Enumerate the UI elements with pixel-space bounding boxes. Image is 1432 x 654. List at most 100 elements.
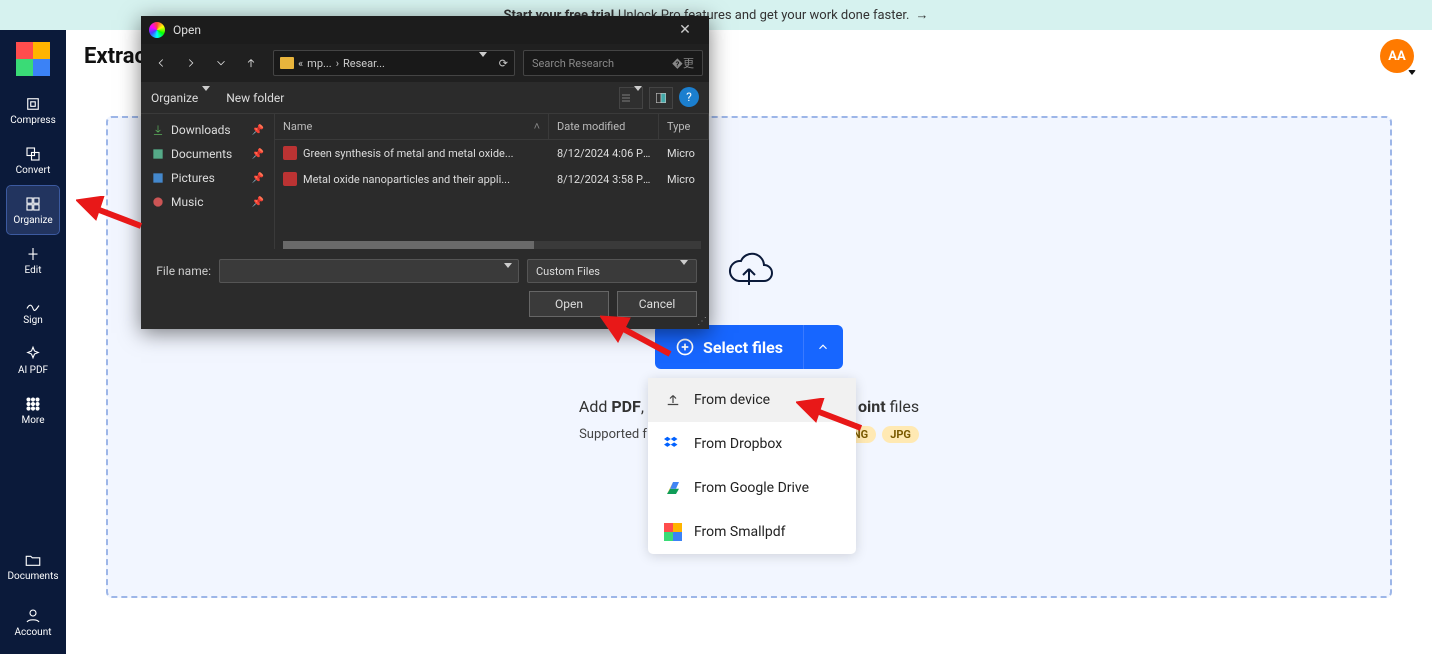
pdf-icon — [283, 146, 297, 160]
path-segment[interactable]: mp... — [307, 57, 332, 70]
search-input[interactable]: Search Research �更 — [523, 50, 703, 76]
file-list: Name˄ Date modified Type Green synthesis… — [275, 114, 709, 249]
chevron-down-icon[interactable] — [504, 268, 512, 282]
pin-icon: 📌 — [252, 197, 264, 208]
search-placeholder: Search Research — [532, 57, 614, 70]
file-type-select[interactable]: Custom Files — [527, 259, 697, 283]
smallpdf-icon — [664, 523, 682, 541]
sidebar-item-sign[interactable]: Sign — [7, 286, 59, 334]
compress-icon — [24, 95, 42, 113]
select-files-group: Select files — [655, 325, 843, 369]
file-row[interactable]: Green synthesis of metal and metal oxide… — [275, 140, 709, 166]
search-icon: �更 — [672, 55, 694, 71]
file-name-input[interactable] — [219, 259, 519, 283]
sidebar-item-documents[interactable]: Documents — [7, 542, 59, 590]
file-open-dialog: Open ✕ « mp... › Resear... ⟳ Search Rese… — [141, 16, 709, 329]
upload-icon — [664, 391, 682, 409]
sidebar-label: Documents — [7, 571, 58, 582]
dropdown-from-gdrive[interactable]: From Google Drive — [648, 466, 856, 510]
dialog-toolbar: Organize New folder ? — [141, 82, 709, 114]
resize-grip[interactable]: ⋰ — [697, 316, 707, 327]
sidebar-item-aipdf[interactable]: AI PDF — [7, 336, 59, 384]
grid-icon — [24, 395, 42, 413]
select-files-label: Select files — [703, 338, 783, 357]
dialog-title: Open — [173, 23, 201, 37]
annotation-arrow — [796, 398, 866, 442]
preview-pane-button[interactable] — [649, 87, 673, 109]
chevron-down-icon — [202, 91, 210, 105]
folder-icon — [24, 551, 42, 569]
chevron-down-icon — [634, 91, 642, 105]
col-type[interactable]: Type — [659, 114, 709, 139]
nav-forward-button[interactable] — [177, 49, 205, 77]
sidebar-label: Account — [14, 627, 51, 638]
sidebar-label: Compress — [10, 115, 56, 126]
edit-icon — [24, 245, 42, 263]
dropdown-from-smallpdf[interactable]: From Smallpdf — [648, 510, 856, 554]
chevron-down-icon[interactable] — [479, 57, 487, 70]
pin-icon: 📌 — [252, 125, 264, 136]
google-drive-icon — [664, 479, 682, 497]
refresh-icon[interactable]: ⟳ — [499, 57, 508, 70]
avatar-initials: AA — [1388, 49, 1405, 64]
file-name-label: File name: — [153, 264, 211, 278]
close-button[interactable]: ✕ — [669, 22, 701, 38]
app-logo[interactable] — [16, 42, 50, 76]
pin-icon: 📌 — [252, 173, 264, 184]
sidebar-item-edit[interactable]: Edit — [7, 236, 59, 284]
annotation-arrow — [76, 196, 146, 240]
dialog-titlebar[interactable]: Open ✕ — [141, 16, 709, 44]
chevron-down-icon — [1408, 70, 1416, 75]
select-files-dropdown-toggle[interactable] — [803, 325, 843, 369]
dropdown-label: From Smallpdf — [694, 524, 786, 540]
scrollbar-thumb[interactable] — [283, 241, 534, 249]
sidebar-item-organize[interactable]: Organize — [7, 186, 59, 234]
help-button[interactable]: ? — [679, 87, 699, 107]
sidebar: Compress Convert Organize Edit Sign AI P… — [0, 30, 66, 654]
dialog-body: Downloads📌 Documents📌 Pictures📌 Music📌 N… — [141, 114, 709, 249]
pin-icon: 📌 — [252, 149, 264, 160]
sidebar-label: More — [21, 415, 44, 426]
format-chip: JPG — [882, 426, 919, 443]
dropdown-label: From device — [694, 392, 770, 408]
convert-icon — [24, 145, 42, 163]
sidebar-item-more[interactable]: More — [7, 386, 59, 434]
sidebar-label: Organize — [13, 215, 52, 226]
folder-tree: Downloads📌 Documents📌 Pictures📌 Music📌 — [141, 114, 275, 249]
dropbox-icon — [664, 435, 682, 453]
col-date[interactable]: Date modified — [549, 114, 659, 139]
view-mode-button[interactable] — [619, 87, 643, 109]
chevron-down-icon — [680, 265, 688, 278]
sidebar-label: Sign — [23, 315, 43, 326]
tree-item[interactable]: Music📌 — [141, 190, 274, 214]
nav-back-button[interactable] — [147, 49, 175, 77]
organize-icon — [24, 195, 42, 213]
horizontal-scrollbar[interactable] — [283, 241, 701, 249]
avatar[interactable]: AA — [1380, 39, 1414, 73]
folder-icon — [280, 57, 294, 69]
chrome-icon — [149, 22, 165, 38]
tree-item[interactable]: Downloads📌 — [141, 118, 274, 142]
tree-item[interactable]: Pictures📌 — [141, 166, 274, 190]
user-icon — [24, 607, 42, 625]
sidebar-item-compress[interactable]: Compress — [7, 86, 59, 134]
nav-recent-button[interactable] — [207, 49, 235, 77]
address-bar[interactable]: « mp... › Resear... ⟳ — [273, 50, 515, 76]
nav-up-button[interactable] — [237, 49, 265, 77]
cloud-upload-icon — [724, 251, 774, 297]
annotation-arrow — [600, 314, 680, 368]
organize-menu[interactable]: Organize — [151, 91, 210, 105]
sidebar-item-convert[interactable]: Convert — [7, 136, 59, 184]
sidebar-item-account[interactable]: Account — [7, 598, 59, 646]
column-headers: Name˄ Date modified Type — [275, 114, 709, 140]
pdf-icon — [283, 172, 297, 186]
tree-item[interactable]: Documents📌 — [141, 142, 274, 166]
dropdown-label: From Dropbox — [694, 436, 782, 452]
chevron-up-icon — [816, 340, 830, 354]
file-row[interactable]: Metal oxide nanoparticles and their appl… — [275, 166, 709, 192]
sidebar-label: Edit — [25, 265, 42, 276]
open-button[interactable]: Open — [529, 291, 609, 317]
new-folder-button[interactable]: New folder — [226, 91, 284, 105]
col-name[interactable]: Name˄ — [275, 114, 549, 139]
path-segment[interactable]: Resear... — [343, 57, 385, 70]
